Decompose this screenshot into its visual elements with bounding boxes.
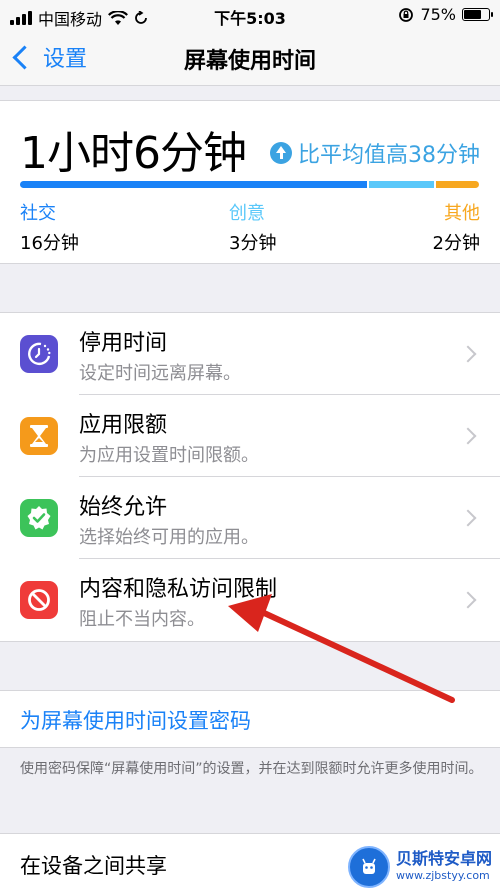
share-across-devices-label: 在设备之间共享 xyxy=(20,854,167,878)
usage-bar xyxy=(20,181,480,188)
set-passcode-link[interactable]: 为屏幕使用时间设置密码 xyxy=(20,705,251,735)
menu-item-title: 内容和隐私访问限制 xyxy=(79,577,278,602)
arrow-up-circle-icon xyxy=(270,142,292,164)
downtime-icon xyxy=(20,335,58,373)
category-creative: 创意 3分钟 xyxy=(229,199,276,255)
category-social: 社交 16分钟 xyxy=(20,199,79,255)
average-comparison: 比平均值高38分钟 xyxy=(270,137,480,169)
battery-percent: 75% xyxy=(420,5,456,24)
category-other: 其他 2分钟 xyxy=(433,199,480,255)
checkmark-badge-icon xyxy=(20,499,58,537)
comparison-text: 比平均值高38分钟 xyxy=(298,143,480,168)
category-name: 社交 xyxy=(20,203,56,224)
menu-item-subtitle: 为应用设置时间限额。 xyxy=(79,445,259,466)
category-value: 3分钟 xyxy=(229,233,277,254)
menu-item-subtitle: 选择始终可用的应用。 xyxy=(79,527,259,548)
chevron-right-icon xyxy=(459,427,477,445)
menu-item-content-privacy[interactable]: 内容和隐私访问限制 阻止不当内容。 xyxy=(0,559,500,641)
chevron-right-icon xyxy=(459,591,477,609)
battery-icon xyxy=(462,8,493,21)
menu-item-always-allowed[interactable]: 始终允许 选择始终可用的应用。 xyxy=(0,477,500,559)
usage-segment-social xyxy=(20,181,367,188)
watermark-title: 贝斯特安卓网 xyxy=(395,849,492,868)
menu-item-title: 应用限额 xyxy=(79,413,168,438)
page-title: 屏幕使用时间 xyxy=(183,49,316,74)
watermark-url: www.zjbstyy.com xyxy=(395,869,490,882)
category-value: 2分钟 xyxy=(432,233,480,254)
chevron-right-icon xyxy=(459,345,477,363)
category-name: 创意 xyxy=(229,203,265,224)
menu-item-subtitle: 阻止不当内容。 xyxy=(79,609,205,630)
menu-item-title: 始终允许 xyxy=(79,495,168,520)
settings-menu: 停用时间 设定时间远离屏幕。 应用限额 为应用设置时间限额。 始终允许 选择始终… xyxy=(0,312,500,642)
watermark: 贝斯特安卓网 www.zjbstyy.com xyxy=(347,846,492,888)
menu-item-downtime[interactable]: 停用时间 设定时间远离屏幕。 xyxy=(0,313,500,395)
passcode-footnote: 使用密码保障“屏幕使用时间”的设置，并在达到限额时允许更多使用时间。 xyxy=(20,761,483,777)
menu-item-app-limits[interactable]: 应用限额 为应用设置时间限额。 xyxy=(0,395,500,477)
watermark-logo-icon xyxy=(347,846,390,888)
category-value: 16分钟 xyxy=(20,233,79,254)
restriction-icon xyxy=(20,581,58,619)
nav-bar: 设置 屏幕使用时间 xyxy=(0,30,500,86)
passcode-row: 为屏幕使用时间设置密码 xyxy=(0,690,500,748)
menu-item-title: 停用时间 xyxy=(79,331,168,356)
status-right: 75% xyxy=(398,5,493,24)
hourglass-icon xyxy=(20,417,58,455)
usage-segment-other xyxy=(436,181,479,188)
menu-item-subtitle: 设定时间远离屏幕。 xyxy=(79,363,241,384)
chevron-right-icon xyxy=(459,509,477,527)
usage-summary[interactable]: 1小时6分钟 比平均值高38分钟 社交 16分钟 创意 3分钟 其他 2分钟 xyxy=(0,100,500,264)
category-name: 其他 xyxy=(444,203,480,224)
total-time: 1小时6分钟 xyxy=(20,128,247,179)
usage-segment-creative xyxy=(369,181,434,188)
rotation-lock-icon xyxy=(399,7,414,22)
status-bar: 中国移动 下午5:03 75% xyxy=(0,0,500,30)
